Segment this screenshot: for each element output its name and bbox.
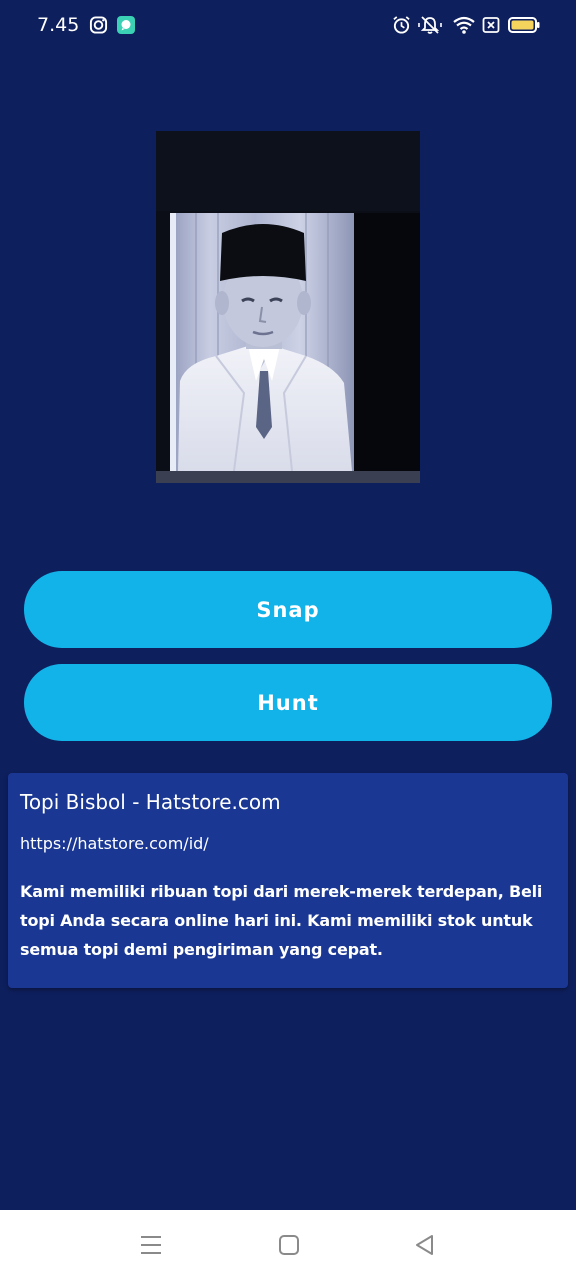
status-bar: 7.45 [0,0,576,52]
home-icon[interactable] [276,1232,302,1258]
portrait-image [156,131,420,483]
wifi-icon [453,16,475,34]
chat-bubble-icon [117,16,135,34]
navigation-bar [0,1210,576,1280]
status-time: 7.45 [37,14,80,36]
alarm-icon [393,16,410,34]
vibrate-mute-icon [418,16,442,34]
hunt-button[interactable]: Hunt [24,664,552,741]
instagram-icon [89,16,108,34]
battery-icon [508,17,540,33]
portrait-photo [156,131,420,483]
menu-icon[interactable] [138,1232,164,1258]
result-url[interactable]: https://hatstore.com/id/ [20,833,556,855]
result-title: Topi Bisbol - Hatstore.com [20,790,281,814]
sim-x-icon [482,17,500,33]
back-icon[interactable] [412,1232,438,1258]
result-card[interactable]: Topi Bisbol - Hatstore.com https://hatst… [8,773,568,988]
result-description: Kami memiliki ribuan topi dari merek-mer… [20,882,543,959]
snap-button[interactable]: Snap [24,571,552,648]
